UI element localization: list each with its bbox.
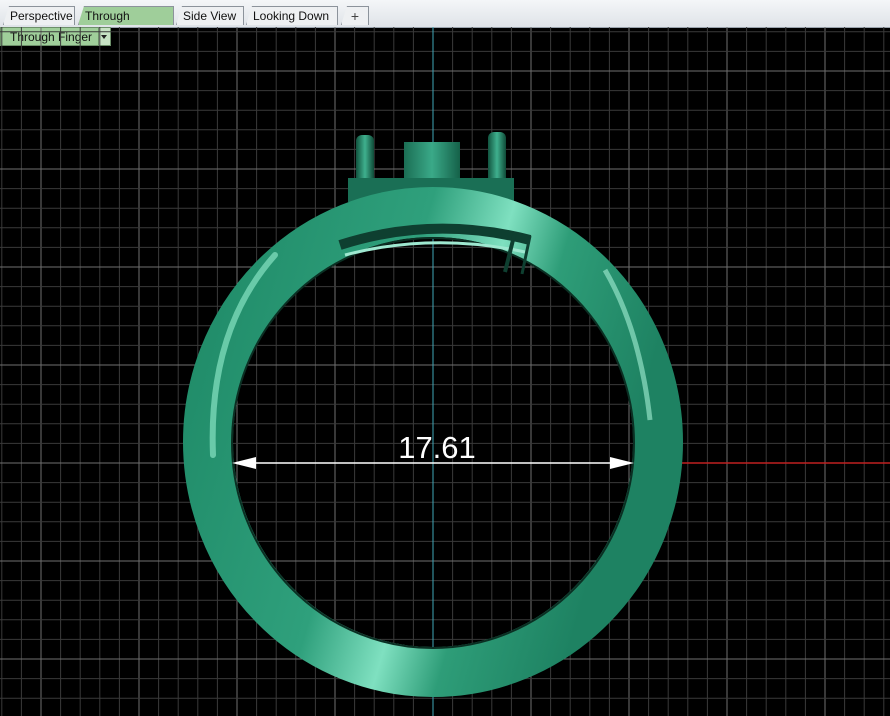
- tab-through-finger[interactable]: Through Finger: [78, 6, 174, 25]
- dimension-value: 17.61: [398, 430, 476, 465]
- add-tab-button[interactable]: +: [341, 6, 369, 25]
- viewport-canvas[interactable]: 17.61: [0, 27, 890, 716]
- tab-side-view[interactable]: Side View: [176, 6, 244, 25]
- inner-diameter-dimension[interactable]: 17.61: [232, 430, 634, 469]
- tab-looking-down[interactable]: Looking Down: [246, 6, 338, 25]
- tab-perspective[interactable]: Perspective: [3, 6, 75, 25]
- grid: [0, 27, 890, 716]
- plus-icon: +: [350, 8, 360, 24]
- viewport-tab-bar: Perspective Through Finger Side View Loo…: [0, 0, 890, 28]
